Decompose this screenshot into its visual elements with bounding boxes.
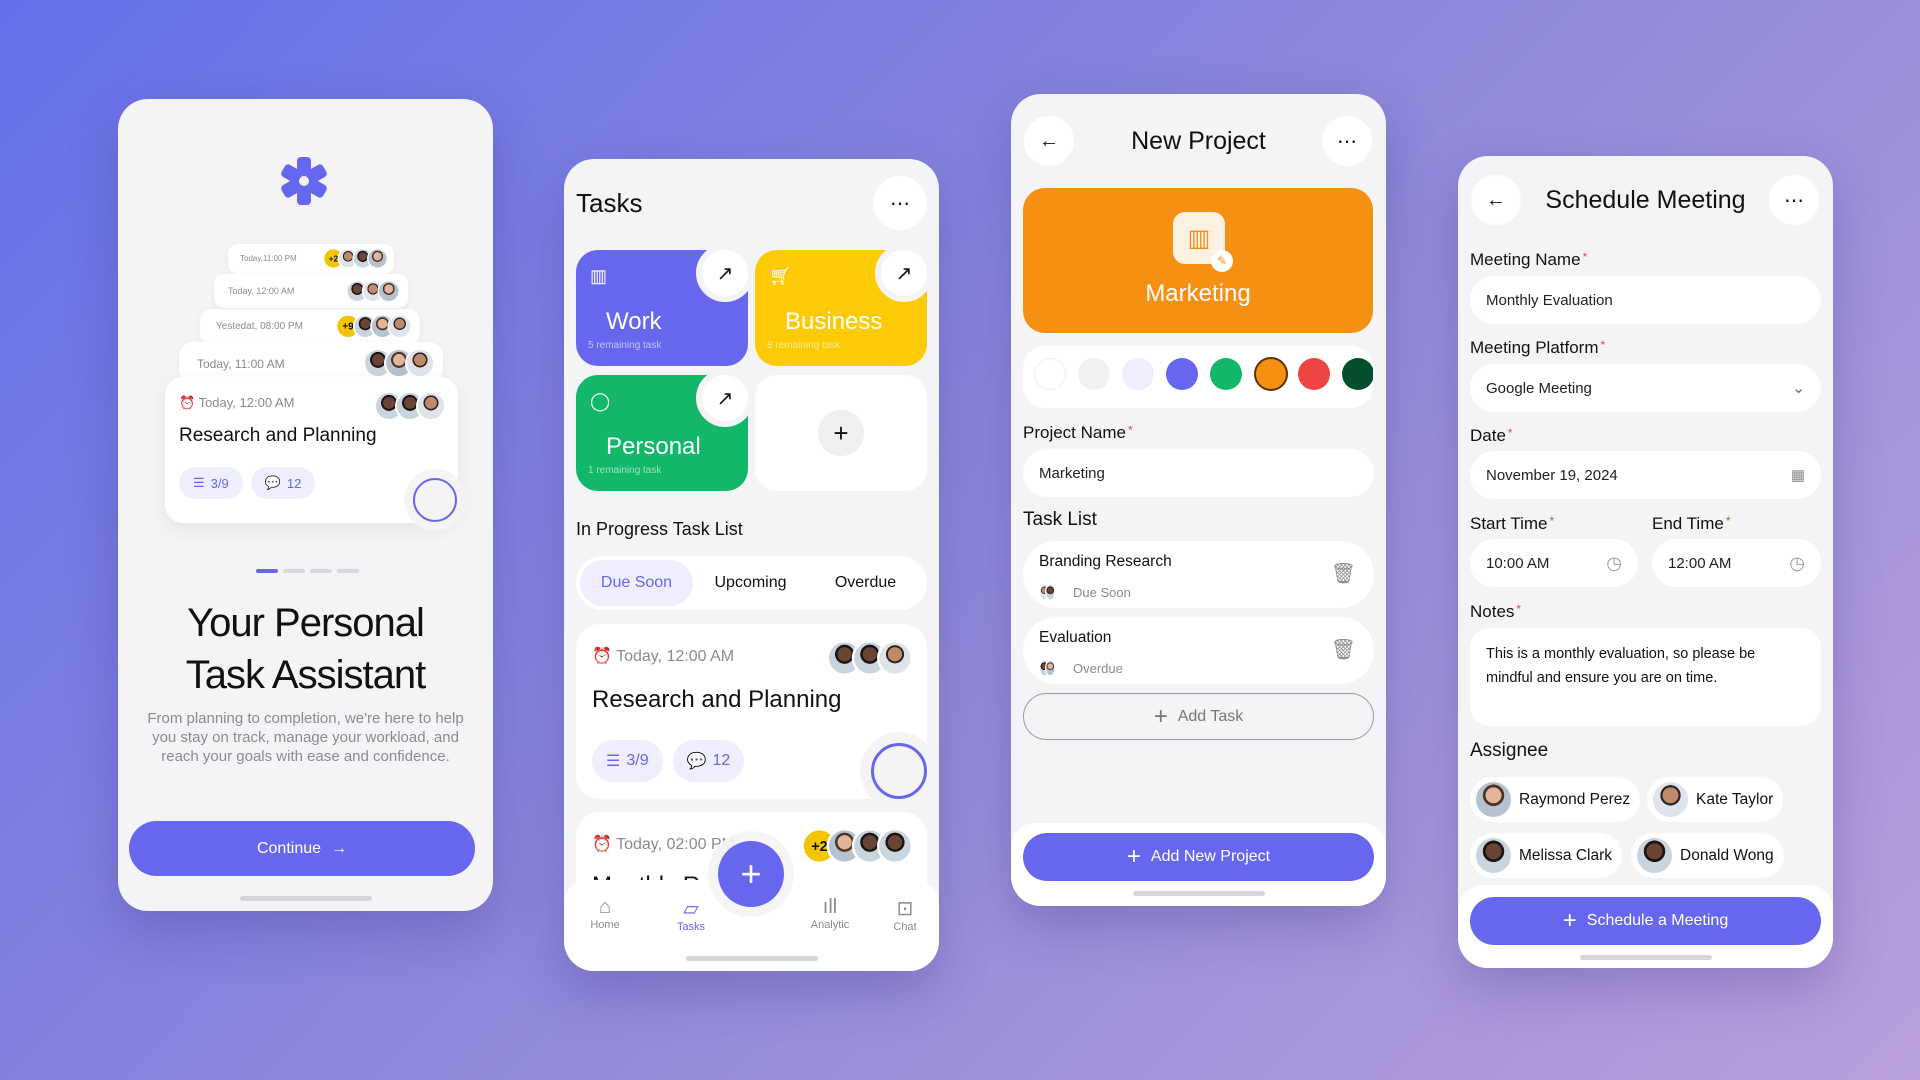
alarm-icon: ⏰ bbox=[179, 395, 196, 410]
checklist-icon: ☰ bbox=[606, 753, 621, 770]
clock-icon: ◷ bbox=[1606, 552, 1622, 573]
plus-icon: + bbox=[1126, 843, 1141, 870]
stack-card: Yestedat, 08:00 PM +9 bbox=[200, 309, 420, 345]
checklist-icon: ☰ bbox=[193, 475, 205, 490]
avatar bbox=[1476, 838, 1511, 873]
pagination-dots[interactable] bbox=[256, 569, 359, 573]
logo-icon bbox=[278, 155, 330, 207]
tasks-screen: Tasks ⋯ ▥ Work 5 remaining task ↗ 🛒︎ Busines… bbox=[564, 159, 939, 971]
date-input[interactable]: November 19, 2024 ▦ bbox=[1470, 451, 1821, 499]
more-button[interactable]: ⋯ bbox=[1322, 116, 1372, 166]
building-icon: ▥ bbox=[590, 266, 608, 286]
add-task-fab[interactable]: + bbox=[718, 841, 784, 907]
end-time-input[interactable]: 12:00 AM ◷ bbox=[1652, 539, 1821, 587]
arrow-right-icon: → bbox=[331, 839, 348, 857]
tab-due-soon[interactable]: Due Soon bbox=[580, 560, 693, 606]
chevron-down-icon: ⌄ bbox=[1792, 380, 1805, 397]
category-work[interactable]: ▥ Work 5 remaining task ↗ bbox=[576, 244, 754, 366]
plus-icon: + bbox=[818, 410, 864, 456]
category-business[interactable]: 🛒︎ Business 8 remaining task ↗ bbox=[755, 244, 933, 366]
project-banner: ▥ ✎ Marketing bbox=[1023, 188, 1373, 333]
new-project-screen: ← New Project ⋯ ▥ ✎ Marketing Project Nam… bbox=[1011, 94, 1386, 906]
alarm-icon: ⏰ bbox=[592, 648, 612, 665]
color-swatch[interactable] bbox=[1210, 358, 1242, 390]
category-personal[interactable]: ◯ Personal 1 remaining task ↗ bbox=[576, 369, 754, 491]
arrow-up-right-icon[interactable]: ↗ bbox=[696, 244, 754, 302]
edit-icon: ✎ bbox=[1211, 250, 1233, 272]
start-time-input[interactable]: 10:00 AM ◷ bbox=[1470, 539, 1638, 587]
meeting-platform-select[interactable]: Google Meeting ⌄ bbox=[1470, 364, 1821, 412]
chat-icon: ⊡ bbox=[896, 898, 914, 920]
add-task-button[interactable]: + Add Task bbox=[1023, 693, 1374, 740]
assignee-chip[interactable]: Raymond Perez bbox=[1470, 777, 1641, 822]
more-button[interactable]: ⋯ bbox=[873, 176, 927, 230]
assignee-chip[interactable]: Kate Taylor bbox=[1647, 777, 1784, 822]
project-name-label: Project Name * bbox=[1023, 423, 1133, 442]
color-swatch[interactable] bbox=[1298, 358, 1330, 390]
arrow-up-right-icon[interactable]: ↗ bbox=[696, 369, 754, 427]
subtasks-chip: ☰ 3/9 bbox=[592, 740, 663, 782]
meeting-name-input[interactable]: Monthly Evaluation bbox=[1470, 276, 1821, 324]
task-tabs: Due Soon Upcoming Overdue bbox=[576, 556, 927, 610]
task-list-label: Task List bbox=[1023, 509, 1097, 530]
trash-icon[interactable]: 🗑︎ bbox=[1331, 561, 1356, 586]
project-icon[interactable]: ▥ ✎ bbox=[1173, 212, 1233, 272]
color-swatch[interactable] bbox=[1166, 358, 1198, 390]
color-picker bbox=[1023, 346, 1373, 408]
add-new-project-button[interactable]: + Add New Project bbox=[1023, 833, 1374, 881]
stack-card: Today,11:00 PM +2 bbox=[228, 244, 394, 274]
subtasks-chip: ☰ 3/9 bbox=[179, 467, 243, 499]
section-title: In Progress Task List bbox=[576, 519, 743, 539]
notes-textarea[interactable]: This is a monthly evaluation, so please … bbox=[1470, 628, 1821, 726]
plus-icon: + bbox=[1153, 702, 1168, 730]
stack-card: Today, 12:00 AM bbox=[214, 274, 408, 308]
clock-icon: ◷ bbox=[1789, 552, 1805, 573]
color-swatch[interactable] bbox=[1078, 358, 1110, 390]
tab-overdue[interactable]: Overdue bbox=[808, 574, 923, 592]
add-category-button[interactable]: + bbox=[755, 375, 927, 491]
nav-tasks[interactable]: ▱ Tasks bbox=[668, 896, 714, 933]
comment-icon: 💬 bbox=[686, 753, 707, 770]
arrow-up-right-icon[interactable]: ↗ bbox=[875, 244, 933, 302]
subtitle: From planning to completion, we're here … bbox=[147, 710, 464, 765]
folder-icon: ▱ bbox=[683, 898, 699, 920]
schedule-meeting-screen: ← Schedule Meeting ⋯ Meeting Name * Month… bbox=[1458, 156, 1833, 968]
headline: Your Personal Task Assistant bbox=[185, 601, 426, 697]
cart-icon: 🛒︎ bbox=[769, 266, 792, 286]
tab-upcoming[interactable]: Upcoming bbox=[693, 574, 808, 592]
color-swatch[interactable] bbox=[1122, 358, 1154, 390]
home-icon: ⌂ bbox=[598, 896, 612, 918]
bar-chart-icon: ıll bbox=[822, 896, 838, 918]
nav-chat[interactable]: ⊡ Chat bbox=[882, 896, 928, 933]
avatar bbox=[1476, 782, 1511, 817]
avatar bbox=[1653, 782, 1688, 817]
plus-icon: + bbox=[1562, 907, 1577, 934]
schedule-meeting-button[interactable]: + Schedule a Meeting bbox=[1470, 897, 1821, 945]
comment-icon: 💬 bbox=[264, 475, 281, 490]
assignee-chip[interactable]: Melissa Clark bbox=[1470, 833, 1623, 878]
more-button[interactable]: ⋯ bbox=[1769, 175, 1819, 225]
alarm-icon: ⏰ bbox=[592, 836, 612, 853]
assignee-chip[interactable]: Donald Wong bbox=[1631, 833, 1784, 878]
user-icon: ◯ bbox=[590, 391, 611, 411]
color-swatch[interactable] bbox=[1254, 357, 1288, 391]
trash-icon[interactable]: 🗑︎ bbox=[1331, 637, 1356, 662]
comments-chip: 💬 12 bbox=[672, 740, 745, 782]
onboarding-screen: Today,11:00 PM +2 Today, 12:00 AM Yesteda… bbox=[118, 99, 493, 911]
task-list-item[interactable]: Branding Research Due Soon 🗑︎ bbox=[1023, 541, 1374, 608]
page-title: Tasks bbox=[576, 188, 643, 218]
task-list-item[interactable]: Evaluation Overdue 🗑︎ bbox=[1023, 617, 1374, 684]
progress-ring bbox=[860, 732, 938, 810]
nav-analytic[interactable]: ıll Analytic bbox=[800, 896, 860, 931]
nav-home[interactable]: ⌂ Home bbox=[582, 896, 628, 931]
continue-button[interactable]: Continue → bbox=[129, 821, 475, 876]
calendar-icon: ▦ bbox=[1790, 467, 1805, 484]
progress-ring bbox=[404, 469, 466, 531]
color-swatch[interactable] bbox=[1034, 358, 1066, 390]
color-swatch[interactable] bbox=[1342, 358, 1373, 390]
avatar bbox=[1637, 838, 1672, 873]
comments-chip: 💬 12 bbox=[250, 467, 316, 499]
project-name-input[interactable]: Marketing bbox=[1023, 449, 1374, 497]
